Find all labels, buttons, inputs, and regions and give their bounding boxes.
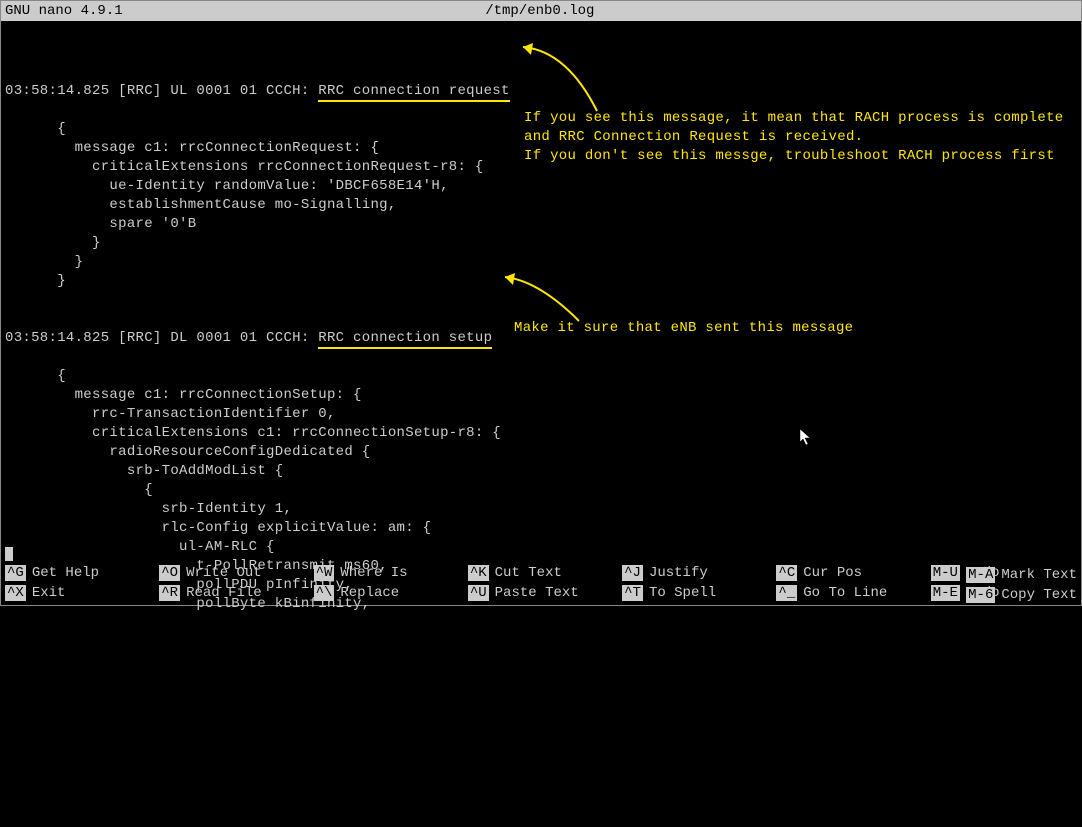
shortcut-item: ^\Replace [314, 585, 460, 601]
shortcut-item: ^OWrite Out [159, 565, 305, 581]
shortcut-extra-1: M-AMark Text [966, 567, 1077, 583]
shortcut-item: ^KCut Text [468, 565, 614, 581]
text-cursor [5, 547, 13, 561]
titlebar: GNU nano 4.9.1 /tmp/enb0.log [1, 1, 1081, 21]
app-name: GNU nano 4.9.1 [5, 3, 123, 19]
shortcut-item: ^_Go To Line [776, 585, 922, 601]
shortcut-item: ^TTo Spell [622, 585, 768, 601]
mouse-cursor-icon [779, 409, 813, 452]
log-line-1: 03:58:14.825 [RRC] UL 0001 01 CCCH: RRC … [5, 82, 1077, 101]
shortcut-item: ^CCur Pos [776, 565, 922, 581]
log-block-1: { message c1: rrcConnectionRequest: { cr… [5, 120, 1077, 310]
highlight-rrc-request: RRC connection request [318, 83, 509, 102]
highlight-rrc-setup: RRC connection setup [318, 330, 492, 349]
shortcut-extra-2: M-6Copy Text [966, 587, 1077, 603]
shortcut-item: ^XExit [5, 585, 151, 601]
shortcut-bar: ^GGet Help ^OWrite Out ^WWhere Is ^KCut Tex… [1, 563, 1081, 605]
file-name: /tmp/enb0.log [123, 3, 957, 19]
shortcut-item: ^UPaste Text [468, 585, 614, 601]
shortcut-item: ^RRead File [159, 585, 305, 601]
shortcut-item: ^JJustify [622, 565, 768, 581]
shortcut-item: ^WWhere Is [314, 565, 460, 581]
editor-content[interactable]: 03:58:14.825 [RRC] UL 0001 01 CCCH: RRC … [1, 21, 1081, 827]
log-line-2: 03:58:14.825 [RRC] DL 0001 01 CCCH: RRC … [5, 329, 1077, 348]
shortcut-item: ^GGet Help [5, 565, 151, 581]
